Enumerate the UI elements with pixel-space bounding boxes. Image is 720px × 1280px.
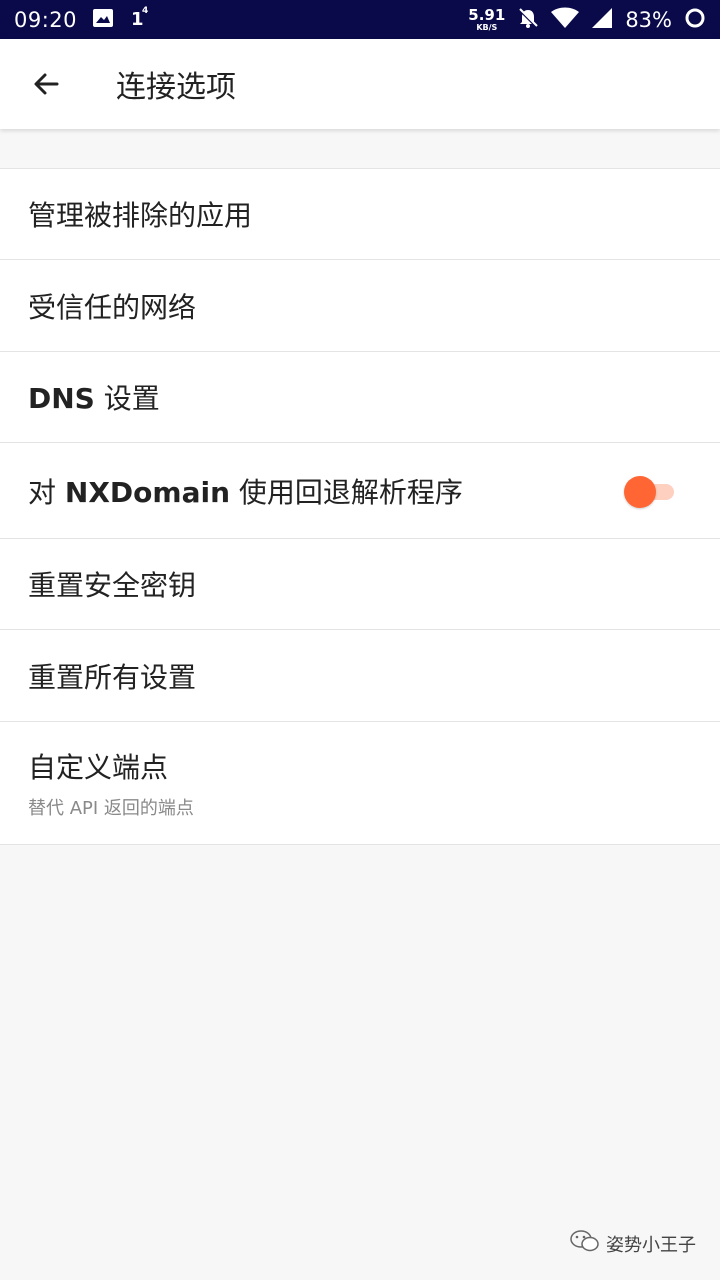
battery-ring-icon [684,7,706,33]
status-bar: 09:20 14 5.91 KB/S 83% [0,0,720,39]
item-manage-excluded-apps[interactable]: 管理被排除的应用 [0,169,720,260]
watermark-text: 姿势小王子 [606,1234,696,1256]
nxdomain-fallback-toggle[interactable] [624,474,676,508]
item-subtitle: 替代 API 返回的端点 [28,798,194,819]
item-nxdomain-fallback[interactable]: 对 NXDomain 使用回退解析程序 [0,443,720,539]
item-trusted-networks[interactable]: 受信任的网络 [0,260,720,352]
toggle-thumb [624,475,656,508]
wechat-logo-icon [570,1229,600,1258]
item-custom-endpoint[interactable]: 自定义端点 替代 API 返回的端点 [0,722,720,845]
item-label: 管理被排除的应用 [28,199,253,232]
upload-indicator-icon: 14 [131,6,149,30]
settings-list: 管理被排除的应用 受信任的网络 DNS 设置 对 NXDomain 使用回退解析… [0,168,720,845]
item-label: 自定义端点 [28,751,169,784]
item-label: DNS 设置 [28,382,160,415]
wifi-icon [551,7,580,33]
arrow-back-icon [34,73,59,95]
item-label: 重置所有设置 [28,660,197,694]
mute-bell-icon [517,7,539,33]
status-time: 09:20 [14,7,78,32]
item-label: 受信任的网络 [28,290,197,324]
item-reset-security-key[interactable]: 重置安全密钥 [0,539,720,630]
battery-percent: 83% [625,7,672,32]
signal-icon [591,7,613,33]
item-reset-all-settings[interactable]: 重置所有设置 [0,630,720,722]
item-label: 对 NXDomain 使用回退解析程序 [28,475,463,509]
watermark: 姿势小王子 [570,1229,696,1258]
back-button[interactable] [16,54,76,114]
image-icon [93,8,114,31]
app-bar: 连接选项 [0,39,720,129]
network-speed: 5.91 KB/S [468,5,506,32]
page-title: 连接选项 [116,70,236,105]
item-dns-settings[interactable]: DNS 设置 [0,352,720,443]
item-label: 重置安全密钥 [28,569,197,602]
